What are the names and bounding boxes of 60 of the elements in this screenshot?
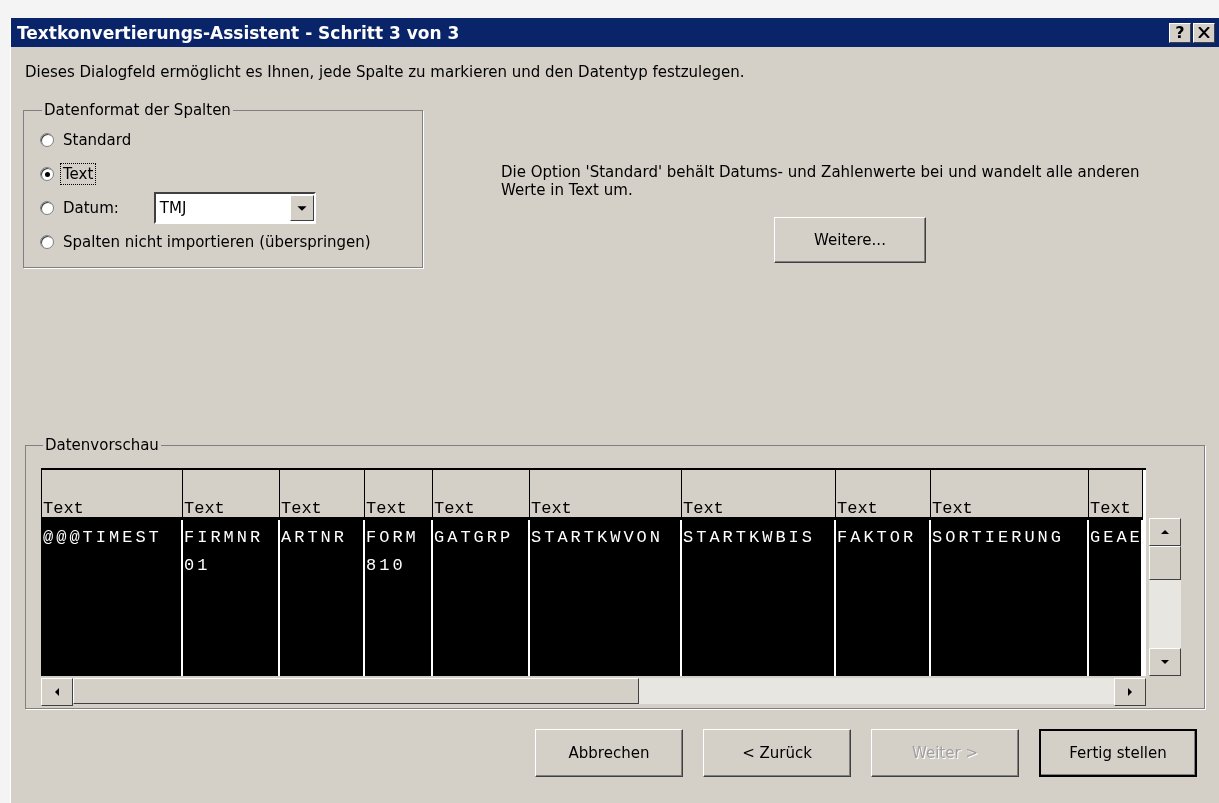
table-cell-text: FORM	[366, 527, 419, 549]
table-cell-text: FAKTOR	[837, 527, 917, 549]
dialog-button[interactable]: Fertig stellen	[1039, 729, 1197, 777]
column-header[interactable]: Text	[433, 470, 530, 520]
preview-column[interactable]: FORM 810	[365, 520, 431, 676]
close-icon	[1198, 27, 1210, 38]
dialog-button[interactable]: Abbrechen	[535, 729, 683, 777]
column-header[interactable]: Text	[280, 470, 365, 520]
info-text: Die Option 'Standard' behält Datums- und Zahlenwerte bei und wandelt alle anderen Werte in Text um.	[501, 163, 1141, 199]
radio-button[interactable]	[40, 133, 54, 147]
table-cell-text: GEAE	[1090, 527, 1141, 549]
scroll-thumb[interactable]	[73, 678, 639, 704]
table-cell-text: SORTIERUNG	[932, 527, 1065, 549]
column-header[interactable]: Text	[1089, 470, 1143, 520]
description-text: Dieses Dialogfeld ermöglicht es Ihnen, jede Spalte zu markieren und den Datentyp festzulegen.	[25, 63, 746, 81]
horizontal-scrollbar[interactable]	[41, 678, 1146, 704]
column-header[interactable]: Text	[183, 470, 280, 520]
help-button[interactable]: ?	[1169, 22, 1191, 43]
table-cell-text: GATGRP	[434, 527, 514, 549]
column-header[interactable]: Text	[530, 470, 682, 520]
preview-column[interactable]: STARTKWBIS	[682, 520, 834, 676]
date-format-dropdown[interactable]: TMJ	[153, 192, 316, 224]
radio-button[interactable]	[40, 167, 54, 181]
preview-column[interactable]: GATGRP	[433, 520, 528, 676]
preview-column[interactable]: ARTNR	[280, 520, 363, 676]
caret-right-icon	[1125, 687, 1135, 697]
caret-down-icon	[1160, 657, 1170, 667]
radio-button[interactable]	[40, 201, 54, 215]
column-header[interactable]: Text	[836, 470, 931, 520]
radio-label[interactable]: Text	[60, 163, 97, 185]
close-button[interactable]	[1193, 22, 1215, 43]
column-header[interactable]: Text	[931, 470, 1089, 520]
radio-button[interactable]	[40, 235, 54, 249]
radio-label[interactable]: Spalten nicht importieren (überspringen)	[60, 231, 374, 253]
table-cell-text: FIRMNR	[184, 527, 264, 549]
radio-label[interactable]: Standard	[60, 129, 135, 151]
scroll-thumb[interactable]	[1149, 546, 1181, 580]
preview-column[interactable]: STARTKWVON	[530, 520, 680, 676]
column-header[interactable]: Text	[42, 470, 183, 520]
preview-column[interactable]: @@@TIMEST	[42, 520, 181, 676]
window-title: Textkonvertierungs-Assistent - Schritt 3 von 3	[17, 22, 461, 43]
column-header[interactable]: Text	[682, 470, 836, 520]
group-title: Datenvorschau	[44, 436, 160, 454]
dialog-button[interactable]: < Zurück	[703, 729, 851, 777]
preview-column[interactable]: FAKTOR	[836, 520, 929, 676]
preview-column[interactable]: FIRMNR 01	[183, 520, 278, 676]
table-cell-text: ARTNR	[281, 527, 347, 549]
table-cell-text: @@@TIMEST	[43, 527, 162, 549]
preview-column[interactable]: GEAE	[1089, 520, 1141, 676]
table-cell-text: STARTKWVON	[531, 527, 664, 549]
preview-column[interactable]: SORTIERUNG	[931, 520, 1087, 676]
table-cell-text: 01	[184, 555, 211, 577]
table-cell-text: STARTKWBIS	[683, 527, 816, 549]
group-title: Datenformat der Spalten	[43, 101, 232, 119]
column-header[interactable]: Text	[365, 470, 433, 520]
caret-up-icon	[1160, 527, 1170, 537]
radio-label[interactable]: Datum:	[60, 197, 122, 219]
vertical-scrollbar[interactable]	[1149, 518, 1181, 676]
more-button[interactable]: Weitere...	[774, 217, 926, 263]
table-cell-text: 810	[366, 555, 406, 577]
